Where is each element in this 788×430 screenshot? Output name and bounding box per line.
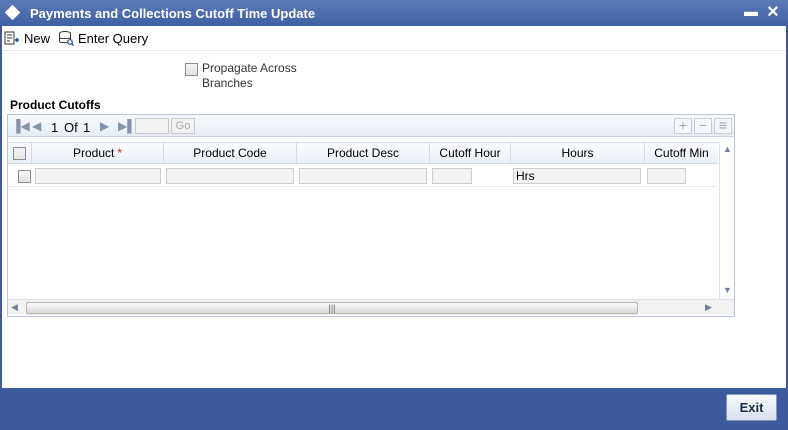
- previous-page-icon[interactable]: ◀: [32, 119, 41, 133]
- cutoff-hour-input[interactable]: [432, 168, 472, 184]
- required-marker: *: [117, 146, 123, 160]
- enter-query-label: Enter Query: [78, 30, 149, 46]
- close-icon[interactable]: ✕: [765, 2, 781, 21]
- column-header-cutoff-hour[interactable]: Cutoff Hour: [430, 143, 511, 164]
- horizontal-scroll-thumb[interactable]: |||: [26, 302, 638, 314]
- vertical-scrollbar[interactable]: ▲ ▼: [719, 142, 734, 299]
- select-all-cell: [8, 143, 32, 164]
- window-title: Payments and Collections Cutoff Time Upd…: [30, 6, 316, 21]
- grid-header: Product * Product Code Product Desc Cutof…: [8, 142, 718, 164]
- plus-icon[interactable]: +: [674, 118, 692, 134]
- select-all-checkbox[interactable]: [13, 147, 26, 160]
- new-button[interactable]: New: [4, 28, 50, 48]
- title-bar: Payments and Collections Cutoff Time Upd…: [0, 0, 788, 27]
- product-cutoffs-grid: ▐◀ ◀ 1 Of 1 ▶ ▶▌ Go + − ≡ Product * Prod…: [7, 114, 735, 317]
- minimize-icon[interactable]: ▬: [744, 3, 758, 21]
- app-window: Payments and Collections Cutoff Time Upd…: [0, 0, 788, 430]
- new-label: New: [24, 30, 51, 46]
- scroll-up-icon[interactable]: ▲: [723, 144, 732, 154]
- new-record-icon: [4, 30, 20, 46]
- table-row: Hrs: [8, 165, 718, 187]
- product-input[interactable]: [35, 168, 161, 184]
- product-code-input[interactable]: [166, 168, 294, 184]
- of-label: Of: [64, 120, 78, 135]
- last-page-icon[interactable]: ▶▌: [118, 119, 136, 133]
- scroll-right-icon[interactable]: ▶: [705, 302, 712, 313]
- row-select-checkbox[interactable]: [18, 170, 31, 183]
- total-pages: 1: [83, 120, 91, 135]
- current-page: 1: [51, 120, 59, 135]
- product-desc-input[interactable]: [299, 168, 427, 184]
- content-area: New Enter Query Propagate Across Branche…: [2, 26, 786, 388]
- diamond-icon: [4, 4, 21, 21]
- propagate-label: Propagate Across Branches: [202, 61, 297, 90]
- horizontal-scrollbar[interactable]: ◀ ||| ▶: [8, 299, 734, 315]
- section-title: Product Cutoffs: [10, 98, 101, 112]
- grid-pager: ▐◀ ◀ 1 Of 1 ▶ ▶▌ Go + − ≡: [8, 115, 734, 137]
- page-number-input[interactable]: [135, 118, 169, 134]
- enter-query-icon: [58, 30, 74, 46]
- list-view-icon[interactable]: ≡: [714, 118, 732, 134]
- hours-input[interactable]: Hrs: [513, 168, 641, 184]
- column-header-product-code[interactable]: Product Code: [164, 143, 297, 164]
- enter-query-button[interactable]: Enter Query: [58, 28, 148, 48]
- minus-icon[interactable]: −: [694, 118, 712, 134]
- propagate-field: Propagate Across Branches: [185, 61, 312, 91]
- scroll-left-icon[interactable]: ◀: [11, 302, 18, 313]
- toolbar: New Enter Query: [2, 26, 786, 50]
- column-header-product-desc[interactable]: Product Desc: [297, 143, 430, 164]
- exit-button[interactable]: Exit: [726, 394, 777, 421]
- column-header-product[interactable]: Product *: [32, 143, 164, 164]
- next-page-icon[interactable]: ▶: [100, 119, 109, 133]
- scroll-down-icon[interactable]: ▼: [723, 285, 732, 295]
- go-button[interactable]: Go: [171, 118, 195, 134]
- propagate-checkbox[interactable]: [185, 63, 198, 76]
- column-header-hours[interactable]: Hours: [511, 143, 645, 164]
- first-page-icon[interactable]: ▐◀: [12, 119, 30, 133]
- cutoff-min-input[interactable]: [647, 168, 686, 184]
- column-header-cutoff-min[interactable]: Cutoff Min: [645, 143, 718, 164]
- toolbar-divider: [2, 50, 786, 51]
